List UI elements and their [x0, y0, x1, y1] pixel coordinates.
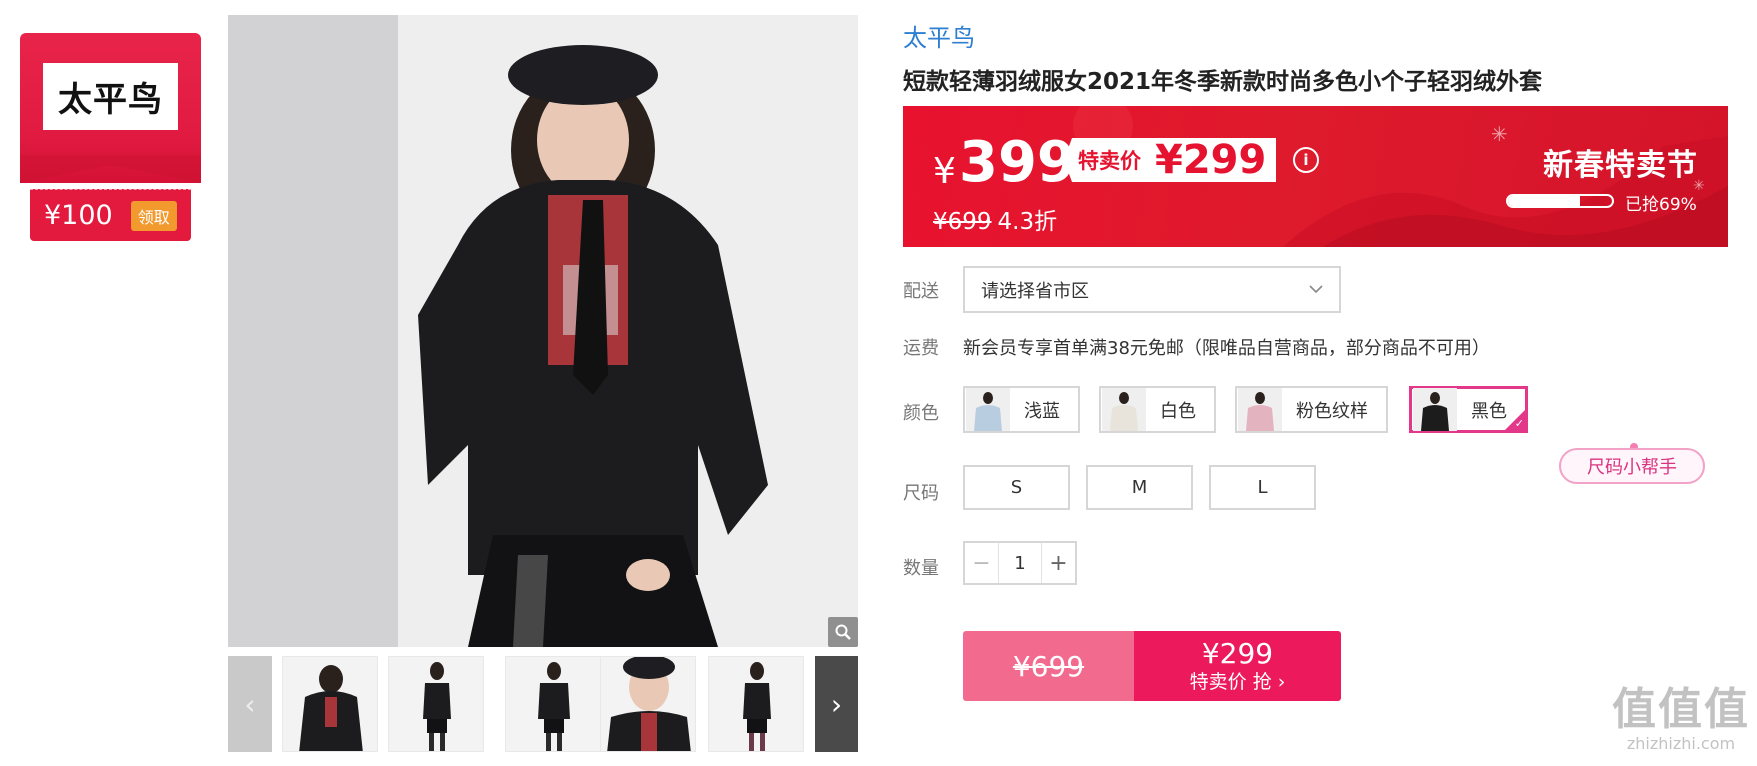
special-price-value: ¥299 [1155, 137, 1267, 183]
buy-price: ¥299 [1201, 637, 1274, 670]
buy-special-price-panel[interactable]: ¥299 特卖价 抢 › [1134, 631, 1341, 701]
color-option-pink-pattern[interactable]: 粉色纹样 [1235, 386, 1388, 433]
coupon-claim-button[interactable]: 领取 [130, 200, 177, 231]
color-swatch-image [1413, 388, 1457, 431]
size-option-m[interactable]: M [1086, 465, 1193, 510]
color-option-label: 粉色纹样 [1296, 400, 1368, 422]
color-swatch-image [1102, 388, 1146, 431]
sold-progress-fill [1508, 196, 1580, 206]
coupon-amount: ¥100 [44, 200, 113, 231]
watermark-logo: 值值值 [1612, 684, 1750, 735]
checkmark-icon: ✓ [1514, 417, 1524, 430]
region-select[interactable]: 请选择省市区 [963, 266, 1341, 313]
sold-progress-label: 已抢69% [1625, 195, 1697, 215]
brand-link[interactable]: 太平鸟 [903, 18, 975, 53]
site-watermark: 值值值 zhizhizhi.com [1611, 686, 1751, 762]
chevron-down-icon [1309, 282, 1323, 298]
delivery-label: 配送 [903, 281, 939, 302]
color-option-label: 浅蓝 [1024, 400, 1060, 422]
thumb-next-button[interactable]: › [815, 656, 858, 752]
watermark-url: zhizhizhi.com [1626, 734, 1736, 753]
info-icon[interactable]: i [1293, 147, 1319, 173]
buy-action-label: 特卖价 抢 › [1189, 671, 1286, 693]
main-product-image[interactable] [228, 15, 858, 647]
model-illustration [228, 15, 858, 647]
buy-original-price-panel[interactable]: ¥699 [963, 631, 1134, 701]
buy-button[interactable]: ¥699 ¥299 特卖价 抢 › [963, 631, 1341, 701]
size-option-s[interactable]: S [963, 465, 1070, 510]
festival-title: 新春特卖节 [1543, 148, 1698, 183]
thumbnail-image [299, 665, 363, 751]
thumbnail-4[interactable] [600, 656, 696, 752]
special-price-tag: 特卖价 ¥299 [1064, 137, 1277, 183]
thumbnail-1[interactable] [282, 656, 378, 752]
product-title: 短款轻薄羽绒服女2021年冬季新款时尚多色小个子轻羽绒外套 [903, 69, 1543, 95]
original-price: ¥699 [933, 209, 992, 235]
thumb-prev-button[interactable]: ‹ [228, 656, 272, 752]
shipping-info: 新会员专享首单满38元免邮（限唯品自营商品，部分商品不可用） [963, 338, 1490, 359]
thumbnail-image [607, 657, 691, 751]
quantity-increase-button[interactable]: + [1041, 543, 1075, 583]
region-select-placeholder: 请选择省市区 [981, 280, 1089, 302]
thumbnail-5[interactable] [708, 656, 804, 752]
thumbnail-3[interactable] [505, 656, 601, 752]
brand-coupon[interactable]: 太平鸟 ¥100 领取 [20, 33, 201, 241]
size-helper-button[interactable]: 尺码小帮手 [1559, 448, 1705, 484]
original-price-line: ¥699 4.3折 [933, 202, 1057, 236]
buy-original-price: ¥699 [1012, 649, 1085, 683]
current-price: 399 [959, 130, 1076, 195]
quantity-stepper: − 1 + [963, 541, 1077, 585]
quantity-decrease-button[interactable]: − [965, 543, 999, 583]
color-option-light-blue[interactable]: 浅蓝 [963, 386, 1080, 433]
color-swatch-image [1238, 388, 1282, 431]
sold-progress-bar [1506, 194, 1614, 208]
quantity-label: 数量 [903, 558, 939, 579]
zoom-icon[interactable] [828, 617, 858, 647]
coupon-footer: ¥100 领取 [30, 189, 191, 241]
thumbnail-image [743, 662, 771, 751]
sparkle-icon: ✳ [1491, 122, 1508, 146]
price-banner: ✳ ✳ ¥ 399 特卖价 ¥299 i ¥699 4.3折 新春特卖节 已抢69… [903, 106, 1728, 247]
color-swatch-image [966, 388, 1010, 431]
discount-rate: 4.3折 [997, 209, 1058, 235]
special-price-label: 特卖价 [1078, 149, 1141, 173]
price-currency: ¥ [933, 151, 956, 192]
thumbnail-image [423, 662, 451, 751]
color-option-label: 白色 [1160, 400, 1196, 422]
size-label: 尺码 [903, 483, 939, 504]
color-option-black[interactable]: 黑色 ✓ [1409, 386, 1528, 433]
quantity-value[interactable]: 1 [999, 543, 1041, 583]
color-option-white[interactable]: 白色 [1099, 386, 1216, 433]
thumbnail-2[interactable] [388, 656, 484, 752]
shipping-label: 运费 [903, 338, 939, 359]
color-label: 颜色 [903, 403, 939, 424]
size-option-l[interactable]: L [1209, 465, 1316, 510]
thumbnail-image [538, 662, 570, 751]
coupon-brand-name: 太平鸟 [43, 63, 178, 130]
